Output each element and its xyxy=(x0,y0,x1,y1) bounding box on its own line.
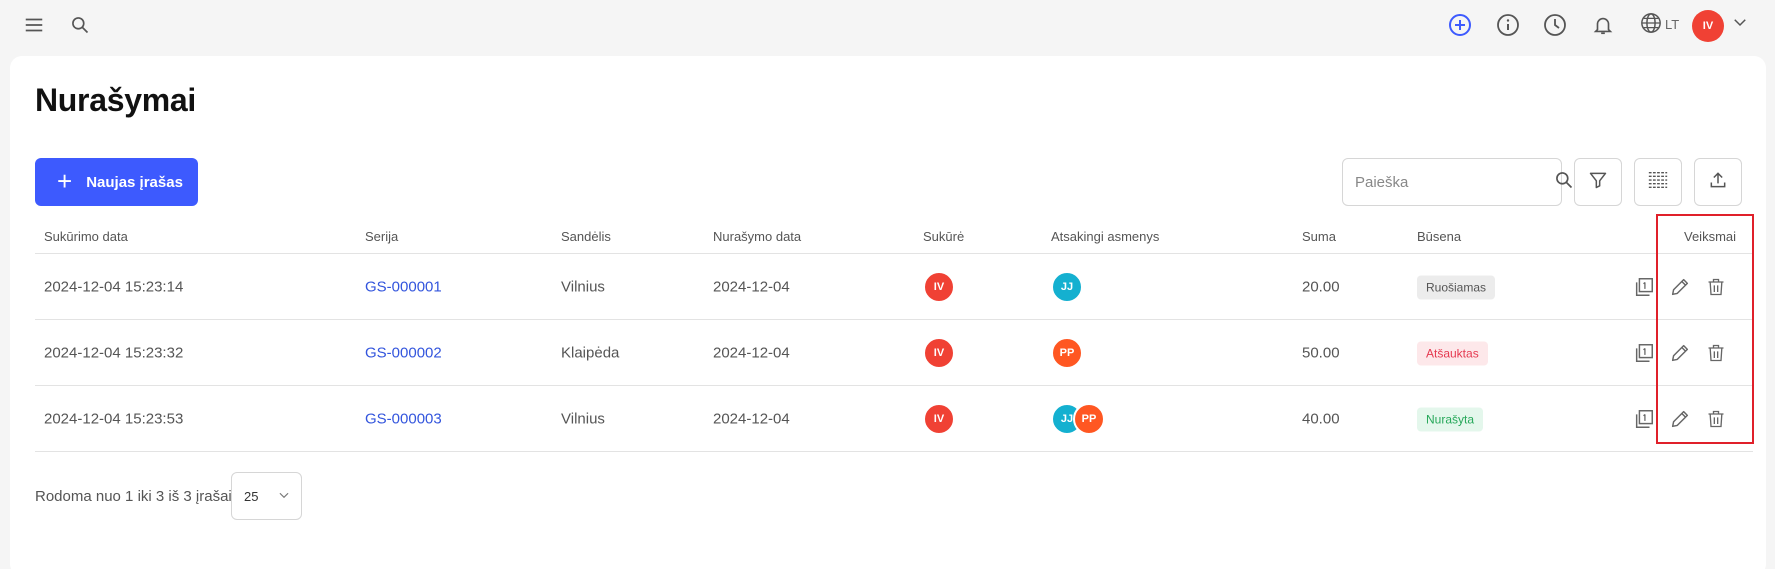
export-button[interactable] xyxy=(1694,158,1742,206)
delete-trash-icon[interactable] xyxy=(1698,401,1734,437)
column-header[interactable]: Nurašymo data xyxy=(713,229,801,244)
edit-pencil-icon[interactable] xyxy=(1662,269,1698,305)
page-size-select[interactable]: 25 xyxy=(231,472,302,520)
columns-grid-icon xyxy=(1647,169,1669,196)
warehouse: Vilnius xyxy=(561,278,605,295)
delete-trash-icon[interactable] xyxy=(1698,269,1734,305)
language-selector[interactable]: LT xyxy=(1640,12,1679,37)
series-link[interactable]: GS-000003 xyxy=(365,410,442,427)
responsible-avatars: PP xyxy=(1051,336,1083,369)
search-icon[interactable] xyxy=(66,11,94,39)
status-badge: Ruošiamas xyxy=(1417,275,1496,299)
page-title: Nurašymai xyxy=(35,82,196,118)
created-date: 2024-12-04 15:23:14 xyxy=(44,278,184,295)
column-header[interactable]: Suma xyxy=(1302,229,1336,244)
pagination-summary: Rodoma nuo 1 iki 3 iš 3 įrašai xyxy=(35,488,232,505)
new-entry-label: Naujas įrašas xyxy=(86,173,183,191)
table-header: Sukūrimo data Serija Sandėlis Nurašymo d… xyxy=(35,218,1753,254)
column-header[interactable]: Būsena xyxy=(1417,229,1461,244)
top-bar: LT IV xyxy=(0,0,1775,52)
user-avatar[interactable]: IV xyxy=(1692,10,1724,42)
page-size-value: 25 xyxy=(244,488,259,504)
series-link[interactable]: GS-000001 xyxy=(365,278,442,295)
bell-icon[interactable] xyxy=(1589,11,1617,39)
responsible-avatars: JJ PP xyxy=(1051,402,1105,435)
status-badge: Nurašyta xyxy=(1417,407,1484,431)
creator-avatar: IV xyxy=(923,336,955,369)
status-badge: Atšauktas xyxy=(1417,341,1488,365)
responsible-avatar: PP xyxy=(1051,336,1083,369)
writeoff-date: 2024-12-04 xyxy=(713,278,790,295)
creator-avatar: IV xyxy=(923,402,955,435)
writeoff-date: 2024-12-04 xyxy=(713,410,790,427)
info-icon[interactable] xyxy=(1494,11,1522,39)
creator-avatar: IV xyxy=(923,270,955,303)
edit-pencil-icon[interactable] xyxy=(1662,401,1698,437)
chevron-down-icon xyxy=(277,488,291,505)
copy-icon[interactable] xyxy=(1626,335,1662,371)
row-actions xyxy=(1626,269,1734,305)
responsible-avatar: JJ xyxy=(1051,270,1083,303)
copy-icon[interactable] xyxy=(1626,401,1662,437)
delete-trash-icon[interactable] xyxy=(1698,335,1734,371)
filter-icon xyxy=(1588,170,1608,195)
table-row[interactable]: 2024-12-04 15:23:14 GS-000001 Vilnius 20… xyxy=(35,254,1753,320)
sum: 40.00 xyxy=(1302,410,1340,427)
writeoffs-table: Sukūrimo data Serija Sandėlis Nurašymo d… xyxy=(35,218,1753,452)
edit-pencil-icon[interactable] xyxy=(1662,335,1698,371)
add-circle-icon[interactable] xyxy=(1446,11,1474,39)
column-header[interactable]: Atsakingi asmenys xyxy=(1051,229,1159,244)
writeoff-date: 2024-12-04 xyxy=(713,344,790,361)
sum: 50.00 xyxy=(1302,344,1340,361)
new-entry-button[interactable]: + Naujas įrašas xyxy=(35,158,198,206)
columns-button[interactable] xyxy=(1634,158,1682,206)
search-input[interactable] xyxy=(1355,173,1554,191)
upload-icon xyxy=(1708,170,1728,195)
copy-icon[interactable] xyxy=(1626,269,1662,305)
warehouse: Vilnius xyxy=(561,410,605,427)
column-header[interactable]: Serija xyxy=(365,229,398,244)
column-header: Veiksmai xyxy=(1684,229,1737,244)
warehouse: Klaipėda xyxy=(561,344,620,361)
clock-icon[interactable] xyxy=(1541,11,1569,39)
responsible-avatars: JJ xyxy=(1051,270,1083,303)
table-row[interactable]: 2024-12-04 15:23:53 GS-000003 Vilnius 20… xyxy=(35,386,1753,452)
chevron-down-icon[interactable] xyxy=(1731,13,1749,36)
language-code: LT xyxy=(1665,17,1680,32)
row-actions xyxy=(1626,401,1734,437)
sum: 20.00 xyxy=(1302,278,1340,295)
series-link[interactable]: GS-000002 xyxy=(365,344,442,361)
filter-button[interactable] xyxy=(1574,158,1622,206)
responsible-avatar: PP xyxy=(1073,402,1105,435)
table-row[interactable]: 2024-12-04 15:23:32 GS-000002 Klaipėda 2… xyxy=(35,320,1753,386)
search-icon[interactable] xyxy=(1554,170,1574,195)
created-date: 2024-12-04 15:23:32 xyxy=(44,344,184,361)
globe-icon xyxy=(1640,12,1662,37)
column-header[interactable]: Sukūrimo data xyxy=(44,229,128,244)
row-actions xyxy=(1626,335,1734,371)
menu-icon[interactable] xyxy=(20,11,48,39)
column-header[interactable]: Sandėlis xyxy=(561,229,611,244)
created-date: 2024-12-04 15:23:53 xyxy=(44,410,184,427)
column-header[interactable]: Sukūrė xyxy=(923,229,964,244)
plus-icon: + xyxy=(57,166,73,196)
search-field[interactable] xyxy=(1342,158,1573,206)
